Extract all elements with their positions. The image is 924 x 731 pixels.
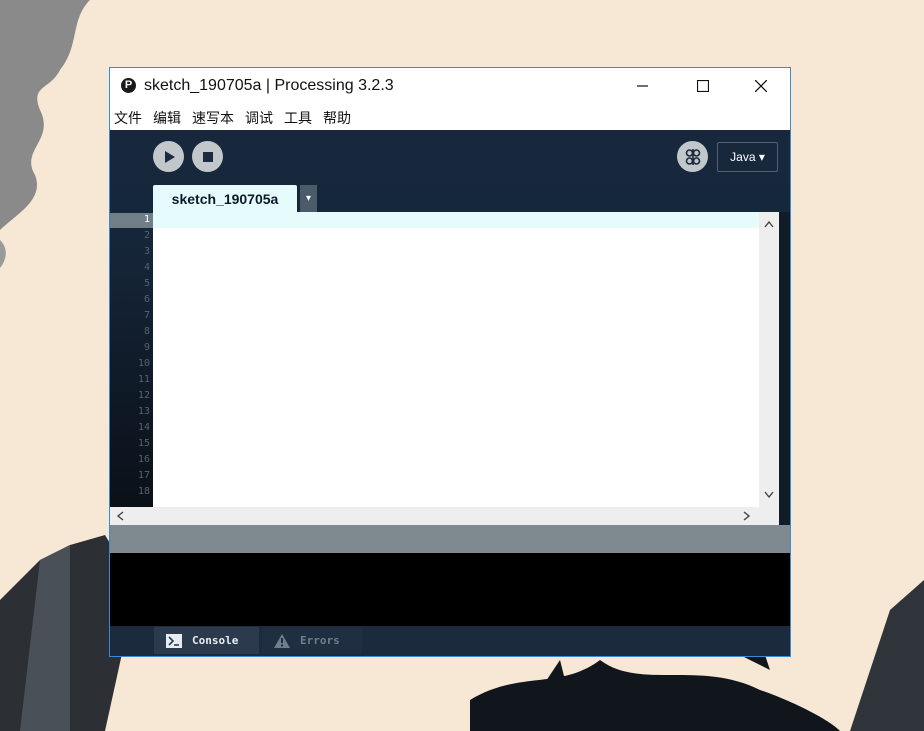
play-icon [164, 150, 175, 163]
line-number: 6 [143, 294, 150, 305]
debugger-button[interactable] [677, 141, 708, 172]
code-editor[interactable] [153, 212, 759, 507]
toolbar: Java ▾ [110, 130, 790, 185]
line-number: 11 [137, 374, 150, 385]
menu-debug[interactable]: 调试 [245, 108, 273, 128]
line-number: 12 [137, 390, 150, 401]
line-number: 15 [137, 438, 150, 449]
line-number: 9 [143, 342, 150, 353]
chevron-up-icon[interactable] [764, 220, 774, 228]
chevron-right-icon[interactable] [743, 511, 751, 521]
processing-window: P sketch_190705a | Processing 3.2.3 文件 编… [109, 67, 791, 657]
line-number: 4 [143, 262, 150, 273]
window-title: sketch_190705a | Processing 3.2.3 [144, 77, 394, 94]
line-number-gutter: 1 2 3 4 5 6 7 8 9 10 11 12 13 14 15 16 1… [110, 212, 153, 507]
menu-help[interactable]: 帮助 [323, 108, 351, 128]
menu-edit[interactable]: 编辑 [153, 108, 181, 128]
line-number: 7 [143, 310, 150, 321]
line-number: 5 [143, 278, 150, 289]
tab-sketch[interactable]: sketch_190705a [153, 185, 297, 212]
terminal-icon [166, 633, 182, 648]
minimize-icon [637, 85, 648, 87]
errors-tab-label: Errors [300, 634, 340, 647]
line-number: 17 [137, 470, 150, 481]
chevron-left-icon[interactable] [116, 511, 124, 521]
menu-sketch[interactable]: 速写本 [192, 108, 234, 128]
maximize-icon [697, 80, 709, 92]
console-tab-label: Console [192, 634, 239, 647]
horizontal-scrollbar[interactable] [110, 507, 779, 525]
footer-tab-bar: Console Errors [110, 626, 790, 656]
errors-tab[interactable]: Errors [262, 627, 362, 654]
menu-file[interactable]: 文件 [114, 108, 142, 128]
vertical-scrollbar[interactable] [759, 212, 779, 507]
line-number: 10 [137, 358, 150, 369]
menu-bar: 文件 编辑 速写本 调试 工具 帮助 [110, 104, 790, 131]
current-line-highlight [153, 212, 759, 228]
line-number: 14 [137, 422, 150, 433]
maximize-button[interactable] [674, 68, 732, 104]
warning-icon [274, 633, 290, 648]
sketch-tab-bar: sketch_190705a ▾ [110, 185, 790, 212]
line-number: 8 [143, 326, 150, 337]
menu-tools[interactable]: 工具 [284, 108, 312, 128]
line-number: 1 [143, 214, 150, 225]
butterfly-icon [685, 148, 700, 165]
stop-button[interactable] [192, 141, 223, 172]
line-number: 18 [137, 486, 150, 497]
tab-menu-button[interactable]: ▾ [300, 185, 317, 212]
console-tab[interactable]: Console [154, 627, 259, 654]
run-button[interactable] [153, 141, 184, 172]
console-output[interactable] [110, 553, 790, 626]
close-icon [755, 80, 767, 92]
line-number: 16 [137, 454, 150, 465]
line-number: 3 [143, 246, 150, 257]
editor-console-divider[interactable] [110, 525, 790, 553]
chevron-down-icon[interactable] [764, 491, 774, 499]
processing-app-icon: P [121, 78, 136, 93]
title-bar[interactable]: P sketch_190705a | Processing 3.2.3 [110, 68, 790, 104]
line-number: 13 [137, 406, 150, 417]
mode-selector[interactable]: Java ▾ [717, 142, 778, 172]
minimize-button[interactable] [614, 68, 672, 104]
close-button[interactable] [732, 68, 790, 104]
stop-icon [202, 151, 213, 162]
line-number: 2 [143, 230, 150, 241]
editor-right-frame [779, 212, 790, 525]
